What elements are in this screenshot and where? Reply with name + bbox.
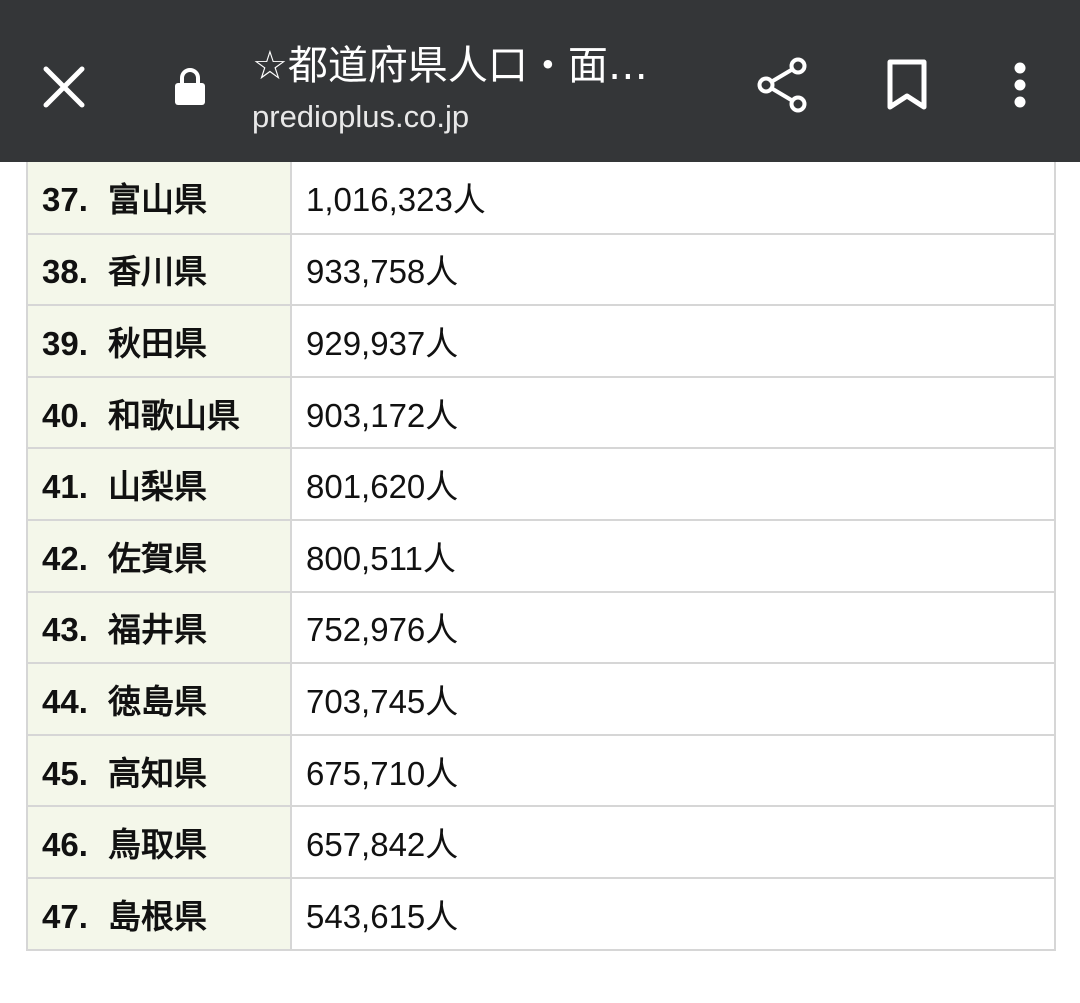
population-value: 543,615人 [306, 897, 459, 935]
table-row: 41. 山梨県 801,620人 [26, 447, 1056, 521]
prefecture-cell: 43. 福井県 [26, 590, 292, 665]
population-cell: 543,615人 [290, 876, 1056, 951]
prefecture-cell: 45. 高知県 [26, 733, 292, 808]
table-row: 44. 徳島県 703,745人 [26, 662, 1056, 736]
prefecture-name: 高知県 [108, 754, 207, 792]
prefecture-cell: 41. 山梨県 [26, 447, 292, 521]
population-value: 929,937人 [306, 324, 459, 362]
rank-label: 47. [42, 897, 88, 935]
bookmark-icon [887, 59, 927, 110]
population-cell: 801,620人 [290, 447, 1056, 521]
prefecture-cell: 38. 香川県 [26, 232, 292, 307]
lock-icon [175, 68, 205, 105]
prefecture-name: 和歌山県 [108, 396, 240, 434]
table-row: 40. 和歌山県 903,172人 [26, 375, 1056, 450]
share-button[interactable] [742, 45, 822, 125]
page-url: predioplus.co.jp [252, 99, 470, 134]
population-value: 675,710人 [306, 754, 459, 792]
rank-label: 44. [42, 682, 88, 720]
population-cell: 752,976人 [290, 590, 1056, 665]
prefecture-cell: 42. 佐賀県 [26, 518, 292, 593]
population-value: 933,758人 [306, 253, 459, 291]
rank-label: 43. [42, 611, 88, 649]
more-options-button[interactable] [985, 45, 1055, 125]
table-row: 37. 富山県 1,016,323人 [26, 162, 1056, 235]
prefecture-name: 徳島県 [108, 682, 207, 720]
prefecture-name: 山梨県 [108, 468, 207, 506]
prefecture-cell: 37. 富山県 [26, 162, 292, 235]
population-cell: 929,937人 [290, 304, 1056, 378]
population-value: 657,842人 [306, 826, 459, 864]
prefecture-cell: 47. 島根県 [26, 876, 292, 951]
rank-label: 40. [42, 396, 88, 434]
table-row: 42. 佐賀県 800,511人 [26, 518, 1056, 593]
population-value: 703,745人 [306, 682, 459, 720]
table-row: 46. 鳥取県 657,842人 [26, 805, 1056, 879]
rank-label: 39. [42, 324, 88, 362]
rank-label: 45. [42, 754, 88, 792]
table-row: 38. 香川県 933,758人 [26, 232, 1056, 307]
browser-toolbar: ☆都道府県人口・面… predioplus.co.jp [0, 0, 1080, 162]
population-cell: 800,511人 [290, 518, 1056, 593]
close-button[interactable] [24, 47, 104, 127]
population-cell: 703,745人 [290, 662, 1056, 736]
prefecture-name: 秋田県 [108, 324, 207, 362]
rank-label: 37. [42, 181, 88, 219]
rank-label: 38. [42, 253, 88, 291]
prefecture-cell: 46. 鳥取県 [26, 805, 292, 879]
population-cell: 675,710人 [290, 733, 1056, 808]
population-value: 801,620人 [306, 468, 459, 506]
population-cell: 933,758人 [290, 232, 1056, 307]
close-icon [43, 66, 85, 108]
population-value: 752,976人 [306, 611, 459, 649]
prefecture-name: 香川県 [108, 253, 207, 291]
prefecture-name: 福井県 [108, 611, 207, 649]
rank-label: 42. [42, 539, 88, 577]
rank-label: 46. [42, 826, 88, 864]
bookmark-button[interactable] [867, 45, 947, 125]
population-cell: 1,016,323人 [290, 162, 1056, 235]
page-title-block[interactable]: ☆都道府県人口・面… predioplus.co.jp [252, 40, 702, 138]
population-value: 800,511人 [306, 539, 456, 577]
more-vert-icon [1014, 62, 1026, 108]
table-row: 39. 秋田県 929,937人 [26, 304, 1056, 378]
population-value: 903,172人 [306, 396, 459, 434]
secure-connection-indicator[interactable] [160, 52, 220, 122]
table-row: 47. 島根県 543,615人 [26, 876, 1056, 951]
prefecture-cell: 44. 徳島県 [26, 662, 292, 736]
population-cell: 903,172人 [290, 375, 1056, 450]
prefecture-cell: 39. 秋田県 [26, 304, 292, 378]
page-title: ☆都道府県人口・面… [252, 43, 648, 89]
population-table: 37. 富山県 1,016,323人 38. 香川県 933,758人 39. 秋田県 929,… [26, 162, 1056, 951]
table-row: 43. 福井県 752,976人 [26, 590, 1056, 665]
prefecture-name: 島根県 [108, 897, 207, 935]
population-cell: 657,842人 [290, 805, 1056, 879]
rank-label: 41. [42, 468, 88, 506]
share-icon [757, 57, 807, 113]
population-value: 1,016,323人 [306, 181, 486, 219]
prefecture-cell: 40. 和歌山県 [26, 375, 292, 450]
table-row: 45. 高知県 675,710人 [26, 733, 1056, 808]
prefecture-name: 富山県 [108, 181, 207, 219]
prefecture-name: 鳥取県 [108, 826, 207, 864]
prefecture-name: 佐賀県 [108, 539, 207, 577]
